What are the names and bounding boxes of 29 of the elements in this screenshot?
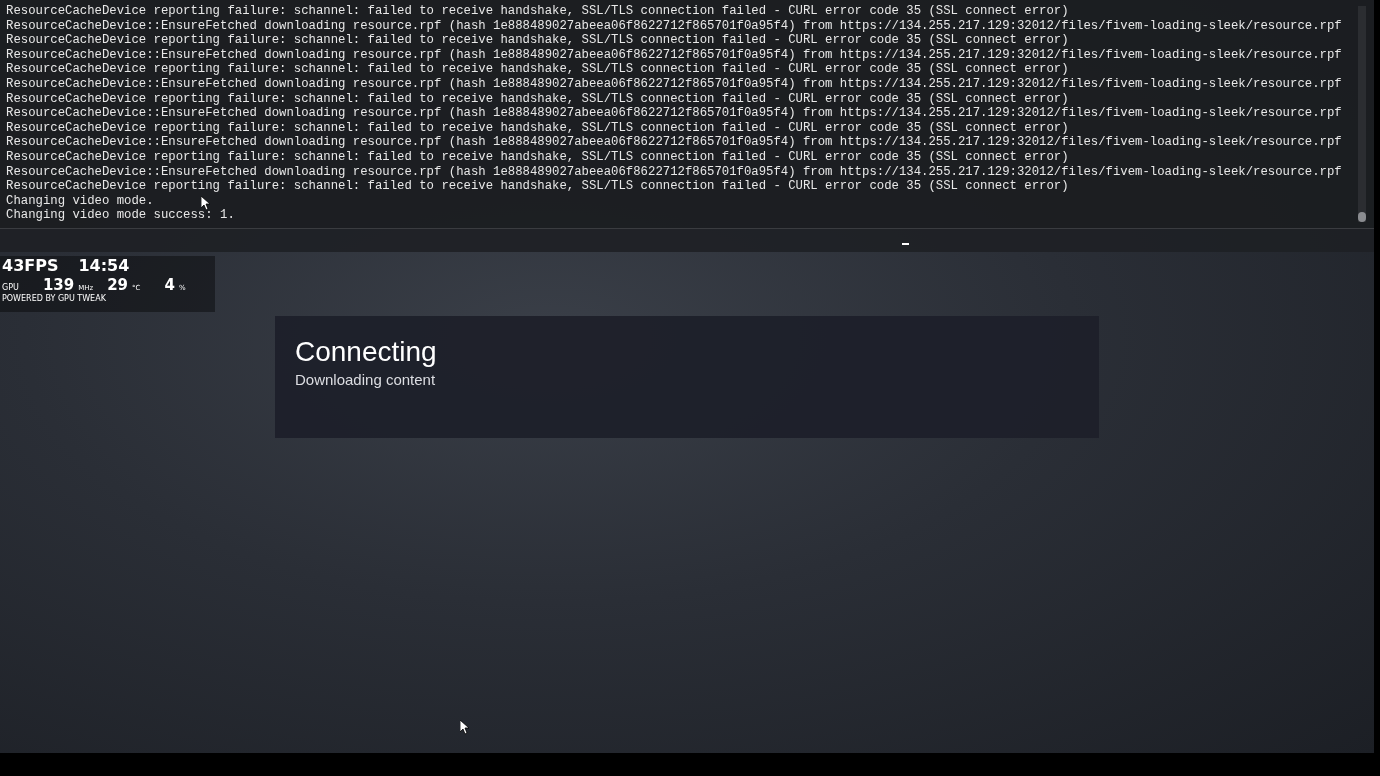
- console-log-line: Changing video mode.: [6, 193, 154, 209]
- gpu-label: GPU: [2, 282, 19, 294]
- gpu-temp-value: 29: [107, 276, 129, 294]
- gpu-clock-value: 139: [42, 276, 75, 294]
- console-log-line: ResourceCacheDevice reporting failure: schannel: failed to receive handshake, SSL/TLS connection failed - CURL error code 35 (SSL connect error): [6, 62, 1069, 77]
- console-log-line: ResourceCacheDevice::EnsureFetched downloading resource.rpf (hash 1e888489027abeea06f8622712f865701f0a95f4) from https://134.255.217.129:32012/files/fivem-loading-sleek/resource.rpf: [6, 18, 1342, 34]
- console-log-line: ResourceCacheDevice reporting failure: schannel: failed to receive handshake, SSL/TLS connection failed - CURL error code 35 (SSL connect error): [6, 149, 1069, 165]
- console-log-line: ResourceCacheDevice::EnsureFetched downloading resource.rpf (hash 1e888489027abeea06f8622712f865701f0a95f4) from https://134.255.217.129:32012/files/fivem-loading-sleek/resource.rpf: [6, 164, 1342, 180]
- mouse-pointer-icon: [460, 720, 470, 735]
- console-log-line: ResourceCacheDevice reporting failure: schannel: failed to receive handshake, SSL/TLS connection failed - CURL error code 35 (SSL connect error): [6, 33, 1069, 48]
- scrollbar-thumb[interactable]: [1358, 212, 1366, 222]
- loading-status: Downloading content: [295, 370, 436, 390]
- console-input-bar[interactable]: [0, 228, 1374, 252]
- overlay-credit: POWERED BY GPU TWEAK: [1, 294, 106, 304]
- console-log-line: ResourceCacheDevice reporting failure: schannel: failed to receive handshake, SSL/TLS connection failed - CURL error code 35 (SSL connect error): [6, 179, 1069, 194]
- mouse-pointer-icon: [201, 196, 211, 211]
- console-log-line: ResourceCacheDevice::EnsureFetched downloading resource.rpf (hash 1e888489027abeea06f8622712f865701f0a95f4) from https://134.255.217.129:32012/files/fivem-loading-sleek/resource.rpf: [6, 47, 1342, 63]
- console-log-line: ResourceCacheDevice::EnsureFetched downloading resource.rpf (hash 1e888489027abeea06f8622712f865701f0a95f4) from https://134.255.217.129:32012/files/fivem-loading-sleek/resource.rpf: [6, 76, 1342, 92]
- gpu-load-value: 4: [164, 276, 175, 294]
- loading-title: Connecting: [295, 335, 437, 369]
- console-log-line: Changing video mode success: 1.: [6, 208, 235, 223]
- fps-counter: 43FPS: [2, 256, 59, 276]
- console-log-line: ResourceCacheDevice reporting failure: schannel: failed to receive handshake, SSL/TLS connection failed - CURL error code 35 (SSL connect error): [6, 4, 1069, 19]
- console-log-line: ResourceCacheDevice::EnsureFetched downloading resource.rpf (hash 1e888489027abeea06f8622712f865701f0a95f4) from https://134.255.217.129:32012/files/fivem-loading-sleek/resource.rpf: [6, 135, 1342, 150]
- text-cursor-icon: [902, 243, 909, 245]
- console-log-line: ResourceCacheDevice reporting failure: schannel: failed to receive handshake, SSL/TLS connection failed - CURL error code 35 (SSL connect error): [6, 91, 1069, 107]
- console-log-line: ResourceCacheDevice reporting failure: schannel: failed to receive handshake, SSL/TLS connection failed - CURL error code 35 (SSL connect error): [6, 120, 1069, 136]
- clock-time: 14:54: [78, 256, 130, 276]
- console-log-line: ResourceCacheDevice::EnsureFetched downloading resource.rpf (hash 1e888489027abeea06f8622712f865701f0a95f4) from https://134.255.217.129:32012/files/fivem-loading-sleek/resource.rpf: [6, 106, 1342, 121]
